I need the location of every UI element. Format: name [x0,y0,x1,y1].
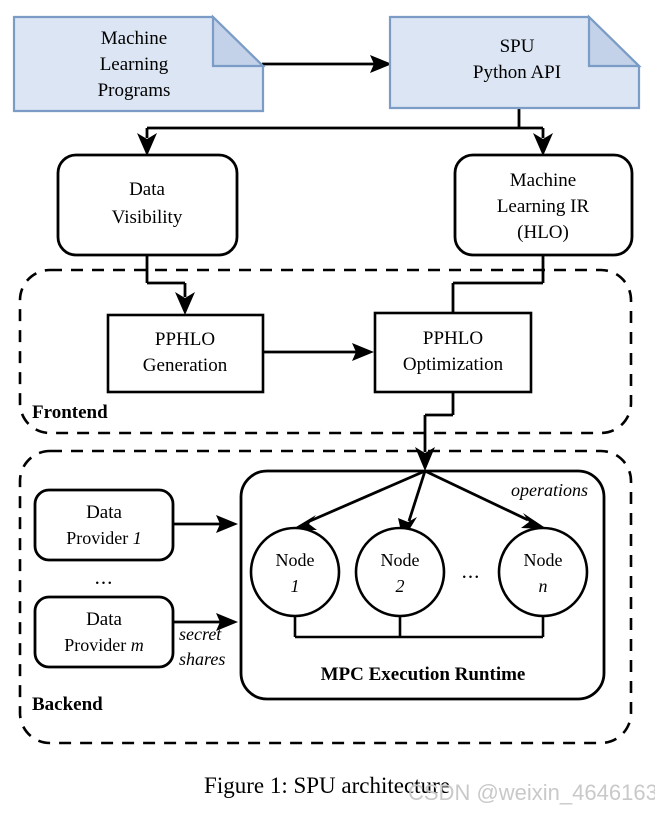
node-n-index: n [539,576,548,596]
data-visibility-line1: Data [129,179,165,200]
secret-shares-line2: shares [179,649,225,669]
ml-programs-document[interactable]: Machine Learning Programs [12,14,266,113]
node-2-index: 2 [396,576,405,596]
node-1-label: Node [276,550,315,570]
ml-programs-line1: Machine [101,28,167,49]
pphlo-optimization-line2: Optimization [403,354,504,375]
spu-api-line2: Python API [473,62,561,83]
data-provider-1-word: Provider [66,528,128,548]
spu-api-line1: SPU [500,36,535,57]
node-n[interactable]: Node n [497,526,589,618]
provider-ellipsis: ... [95,565,114,589]
ml-ir-hlo-box[interactable]: Machine Learning IR (HLO) [453,153,634,257]
mpc-runtime-label: MPC Execution Runtime [321,664,526,685]
edge-mlprograms-to-spuapi [262,55,392,73]
spu-architecture-diagram: Machine Learning Programs SPU Python API… [12,14,655,805]
ml-ir-line1: Machine [510,170,576,191]
figure-container: Machine Learning Programs SPU Python API… [0,0,655,814]
frontend-label: Frontend [32,402,108,423]
edge-provider1-to-runtime [173,515,238,533]
edge-mlir-to-pphloopt [451,255,545,313]
ml-programs-line2: Learning [100,54,169,75]
node-1-index: 1 [291,576,300,596]
operations-label: operations [511,480,588,500]
node-n-label: Node [524,550,563,570]
data-provider-1-line2: Provider 1 [66,528,142,548]
edge-pphlogen-to-pphloopt [263,343,374,361]
node-ellipsis: ... [462,559,481,583]
secret-shares-line1: secret [179,624,222,644]
pphlo-optimization-box[interactable]: PPHLO Optimization [373,311,533,394]
watermark-text: CSDN @weixin_46461634 [408,780,655,805]
ml-ir-line3: (HLO) [517,222,569,243]
data-visibility-box[interactable]: Data Visibility [56,153,239,257]
edge-datavisibility-to-pphlogen [145,255,195,315]
spu-python-api-document[interactable]: SPU Python API [388,14,642,110]
data-provider-m-line1: Data [86,609,122,630]
pphlo-generation-line1: PPHLO [155,329,215,350]
pphlo-generation-line2: Generation [143,355,228,376]
backend-label: Backend [32,694,103,715]
data-provider-m-box[interactable]: Data Provider m [33,595,175,669]
edge-pphloopt-to-runtime [415,392,455,471]
node-2-label: Node [381,550,420,570]
data-visibility-line2: Visibility [112,207,183,228]
data-provider-m-index: m [131,635,144,655]
pphlo-optimization-line1: PPHLO [423,328,483,349]
node-1[interactable]: Node 1 [249,526,341,618]
data-provider-m-word: Provider [64,635,126,655]
ml-programs-line3: Programs [98,80,171,101]
ml-ir-line2: Learning IR [497,196,590,217]
data-provider-m-line2: Provider m [64,635,144,655]
node-2[interactable]: Node 2 [354,526,446,618]
edge-spuapi-split [137,108,553,156]
pphlo-generation-box[interactable]: PPHLO Generation [106,313,265,394]
data-provider-1-line1: Data [86,502,122,523]
data-provider-1-index: 1 [133,528,142,548]
data-provider-1-box[interactable]: Data Provider 1 [33,488,175,562]
